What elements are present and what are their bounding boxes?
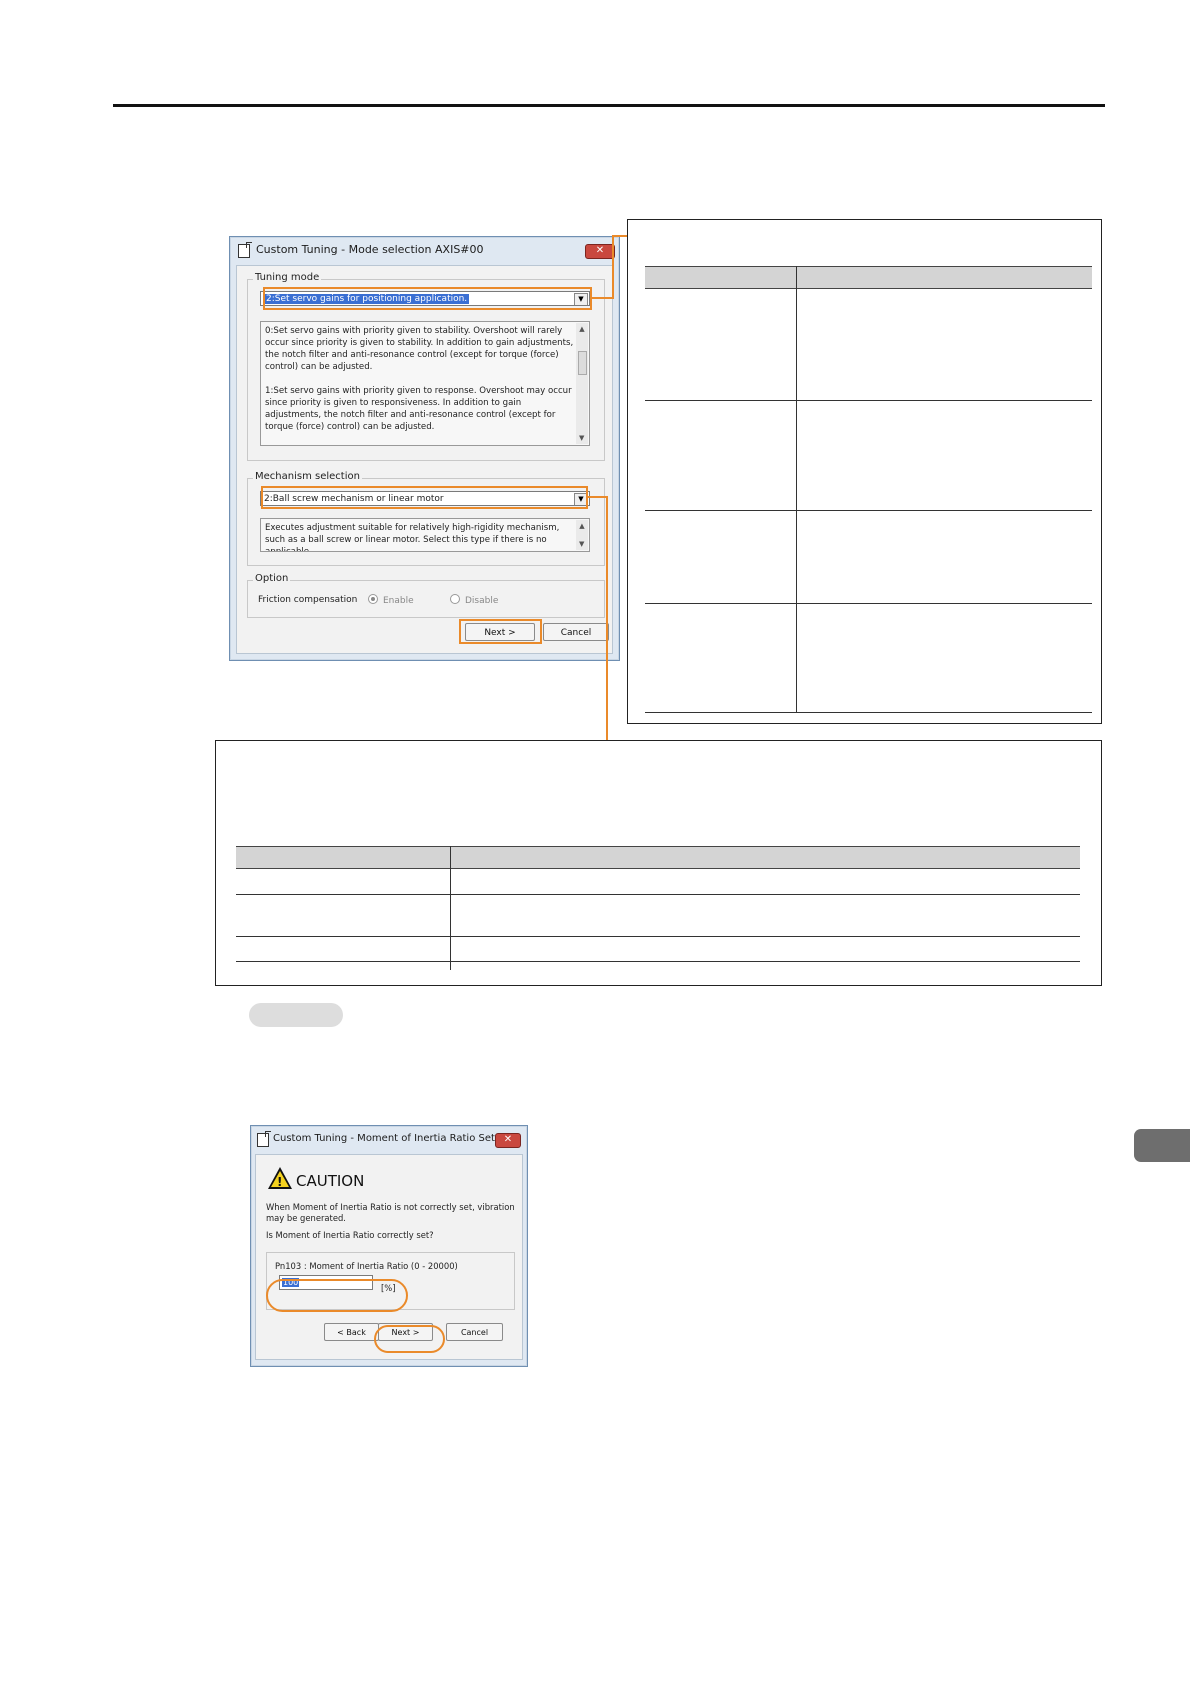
mechanism-highlight bbox=[261, 486, 588, 509]
disable-label: Disable bbox=[465, 596, 499, 606]
inertia-dialog-title: Custom Tuning - Moment of Inertia Ratio … bbox=[251, 1126, 527, 1152]
mode-dialog-title-text: Custom Tuning - Mode selection AXIS#00 bbox=[256, 243, 484, 256]
close-icon[interactable]: ✕ bbox=[504, 1134, 512, 1145]
caution-question: Is Moment of Inertia Ratio correctly set… bbox=[266, 1230, 434, 1240]
table-row-divider bbox=[645, 712, 1092, 713]
option-group: Option Friction compensation Enable Disa… bbox=[247, 573, 605, 618]
scroll-down-icon[interactable]: ▼ bbox=[579, 538, 584, 550]
table-row-divider bbox=[645, 603, 1092, 604]
close-icon[interactable]: ✕ bbox=[596, 245, 604, 256]
back-button[interactable]: < Back bbox=[324, 1323, 379, 1341]
close-button[interactable]: ✕ bbox=[585, 244, 615, 259]
tuning-mode-table-frame bbox=[627, 219, 1102, 724]
caution-heading: CAUTION bbox=[296, 1172, 365, 1190]
cancel-label: Cancel bbox=[560, 628, 592, 638]
mechanism-label: Mechanism selection bbox=[253, 471, 362, 482]
warning-mark-icon: ! bbox=[277, 1175, 283, 1189]
back-label: < Back bbox=[337, 1328, 366, 1337]
callout-line bbox=[612, 235, 628, 237]
table-column-divider bbox=[796, 266, 797, 712]
scroll-down-icon[interactable]: ▼ bbox=[579, 432, 584, 444]
mode-dialog-title: Custom Tuning - Mode selection AXIS#00 bbox=[230, 237, 619, 263]
close-button[interactable]: ✕ bbox=[495, 1133, 521, 1148]
table-row-divider bbox=[645, 510, 1092, 511]
cancel-button[interactable]: Cancel bbox=[446, 1323, 503, 1341]
friction-enable-radio[interactable]: Enable bbox=[368, 594, 414, 606]
table-row-divider bbox=[236, 961, 1080, 962]
caution-message: When Moment of Inertia Ratio is not corr… bbox=[266, 1202, 515, 1223]
callout-line bbox=[612, 235, 614, 299]
description-scrollbar[interactable]: ▲ ▼ bbox=[576, 323, 588, 444]
mechanism-scrollbar[interactable]: ▲ ▼ bbox=[576, 520, 588, 550]
table-row-divider bbox=[645, 400, 1092, 401]
step-label-pill bbox=[249, 1003, 343, 1027]
next-button-highlight bbox=[459, 619, 542, 644]
mechanism-table-header bbox=[236, 846, 1080, 869]
table-row-divider bbox=[236, 936, 1080, 937]
scroll-up-icon[interactable]: ▲ bbox=[579, 325, 584, 333]
scroll-thumb[interactable] bbox=[578, 351, 587, 375]
header-rule bbox=[113, 104, 1105, 107]
chapter-side-tab bbox=[1134, 1129, 1190, 1162]
callout-line bbox=[606, 496, 608, 741]
mode-dialog-body: Tuning mode 2:Set servo gains for positi… bbox=[236, 265, 613, 654]
callout-line bbox=[587, 496, 608, 498]
tuning-mode-highlight bbox=[263, 287, 592, 310]
cancel-button[interactable]: Cancel bbox=[543, 623, 609, 641]
enable-label: Enable bbox=[383, 596, 414, 606]
tuning-mode-desc-0: 0:Set servo gains with priority given to… bbox=[265, 326, 574, 372]
app-icon bbox=[238, 242, 252, 258]
mechanism-desc-text: Executes adjustment suitable for relativ… bbox=[265, 523, 560, 552]
inertia-dialog-title-text: Custom Tuning - Moment of Inertia Ratio … bbox=[273, 1133, 512, 1144]
friction-compensation-label: Friction compensation bbox=[258, 595, 358, 605]
cancel-label: Cancel bbox=[460, 1328, 489, 1337]
mechanism-description: Executes adjustment suitable for relativ… bbox=[260, 518, 590, 552]
inertia-next-highlight bbox=[374, 1325, 445, 1353]
param-label: Pn103 : Moment of Inertia Ratio (0 - 200… bbox=[275, 1261, 458, 1271]
tuning-mode-desc-1: 1:Set servo gains with priority given to… bbox=[265, 386, 572, 432]
tuning-mode-description: 0:Set servo gains with priority given to… bbox=[260, 321, 590, 446]
tuning-mode-table-header bbox=[645, 266, 1092, 289]
callout-line bbox=[591, 297, 613, 299]
tuning-mode-label: Tuning mode bbox=[253, 272, 322, 283]
table-row-divider bbox=[236, 894, 1080, 895]
scroll-up-icon[interactable]: ▲ bbox=[579, 522, 584, 530]
option-label: Option bbox=[253, 573, 291, 584]
table-column-divider bbox=[450, 846, 451, 970]
mechanism-table-frame bbox=[215, 740, 1102, 986]
app-icon bbox=[257, 1131, 271, 1147]
inertia-input-highlight bbox=[266, 1279, 408, 1312]
radio-off-icon[interactable] bbox=[450, 594, 460, 604]
friction-disable-radio[interactable]: Disable bbox=[450, 594, 498, 606]
radio-on-icon[interactable] bbox=[368, 594, 378, 604]
